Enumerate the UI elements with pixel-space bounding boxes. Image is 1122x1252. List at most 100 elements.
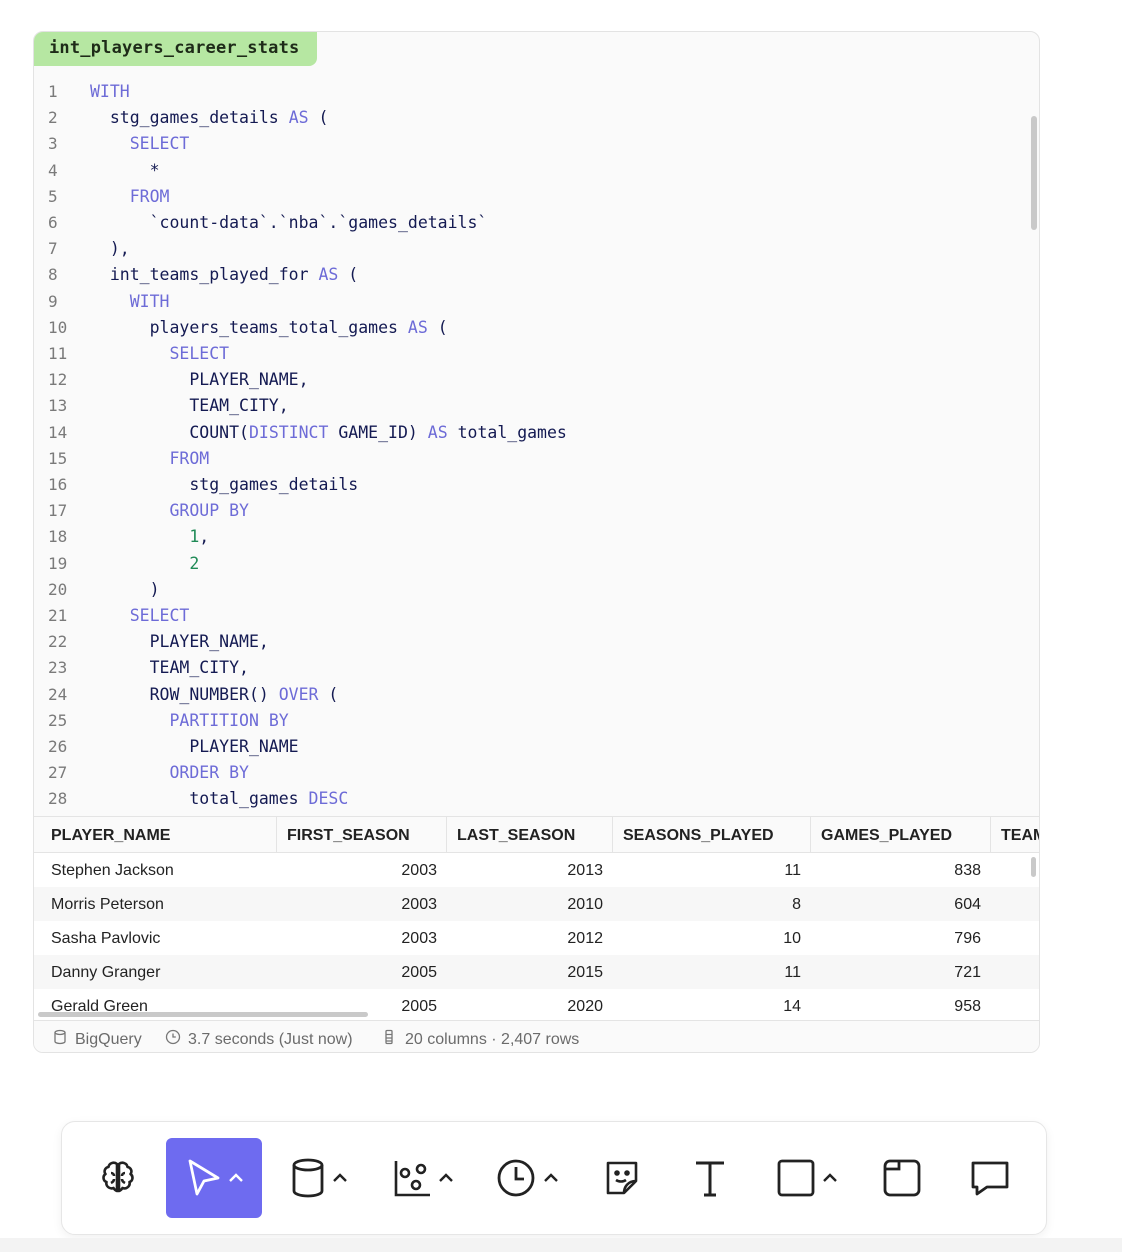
code-line[interactable]: 28 total_games DESC (34, 789, 1024, 815)
code-line[interactable]: 11 SELECT (34, 344, 1024, 370)
code-line[interactable]: 13 TEAM_CITY, (34, 396, 1024, 422)
data-tool-button[interactable] (274, 1138, 364, 1218)
code-line[interactable]: 10 players_teams_total_games AS ( (34, 318, 1024, 344)
code-line[interactable]: 5 FROM (34, 187, 1024, 213)
code-line[interactable]: 2 stg_games_details AS ( (34, 108, 1024, 134)
comment-tool-button[interactable] (956, 1138, 1024, 1218)
chevron-up-icon[interactable] (432, 1172, 454, 1184)
code-line[interactable]: 15 FROM (34, 449, 1024, 475)
table-cell: 721 (954, 964, 981, 981)
sql-cell-card[interactable]: int_players_career_stats 1 WITH 2 stg_game… (33, 31, 1040, 1053)
line-number: 10 (48, 317, 68, 337)
code-text[interactable]: SELECT (90, 606, 190, 625)
code-text[interactable]: 2 (90, 554, 199, 573)
line-number: 13 (48, 396, 68, 416)
code-text[interactable]: SELECT (90, 134, 190, 153)
cell-title-tab[interactable]: int_players_career_stats (34, 32, 317, 66)
code-text[interactable]: ), (90, 239, 130, 258)
code-text[interactable]: GROUP BY (90, 501, 248, 520)
code-text[interactable]: ROW_NUMBER() OVER ( (90, 685, 339, 704)
table-cell: Sasha Pavlovic (51, 930, 161, 947)
sticky-note-tool-button[interactable] (588, 1138, 656, 1218)
code-line[interactable]: 21 SELECT (34, 606, 1024, 632)
column-header[interactable]: SEASONS_PLAYED (613, 817, 811, 853)
code-text[interactable]: `count-data`.`nba`.`games_details` (90, 213, 488, 232)
code-text[interactable]: SELECT (90, 344, 229, 363)
line-number: 18 (48, 527, 68, 547)
chevron-up-icon[interactable] (816, 1172, 838, 1184)
code-line[interactable]: 24 ROW_NUMBER() OVER ( (34, 685, 1024, 711)
duration-label: 3.7 seconds (Just now) (188, 1030, 353, 1048)
code-text[interactable]: ) (90, 580, 160, 599)
code-line[interactable]: 4 * (34, 161, 1024, 187)
code-text[interactable]: WITH (90, 82, 130, 101)
shape-tool-button[interactable] (762, 1138, 852, 1218)
table-cell: 2010 (567, 896, 603, 913)
code-line[interactable]: 6 `count-data`.`nba`.`games_details` (34, 213, 1024, 239)
code-text[interactable]: players_teams_total_games AS ( (90, 318, 448, 337)
line-number: 14 (48, 422, 68, 442)
line-number: 4 (48, 160, 58, 180)
code-text[interactable]: PARTITION BY (90, 711, 288, 730)
code-line[interactable]: 1 WITH (34, 82, 1024, 108)
column-header[interactable]: FIRST_SEASON (277, 817, 447, 853)
ai-tool-button[interactable] (84, 1138, 152, 1218)
code-text[interactable]: TEAM_CITY, (90, 396, 288, 415)
line-number: 20 (48, 579, 68, 599)
code-text[interactable]: PLAYER_NAME, (90, 632, 269, 651)
code-text[interactable]: total_games DESC (90, 789, 348, 808)
code-text[interactable]: ORDER BY (90, 763, 248, 782)
code-text[interactable]: PLAYER_NAME, (90, 370, 308, 389)
code-line[interactable]: 19 2 (34, 554, 1024, 580)
code-text[interactable]: stg_games_details AS ( (90, 108, 329, 127)
column-header[interactable]: GAMES_PLAYED (811, 817, 991, 853)
column-header[interactable]: PLAYER_NAME (34, 817, 277, 853)
code-line[interactable]: 14 COUNT(DISTINCT GAME_ID) AS total_game… (34, 423, 1024, 449)
table-row[interactable]: Danny Granger 2005 2015 11 721 (34, 955, 1039, 989)
code-line[interactable]: 7 ), (34, 239, 1024, 265)
code-line[interactable]: 20 ) (34, 580, 1024, 606)
code-line[interactable]: 25 PARTITION BY (34, 711, 1024, 737)
code-text[interactable]: TEAM_CITY, (90, 658, 249, 677)
code-line[interactable]: 9 WITH (34, 292, 1024, 318)
chart-tool-button[interactable] (378, 1138, 468, 1218)
code-text[interactable]: * (90, 161, 160, 180)
results-horizontal-scrollbar[interactable] (38, 1012, 368, 1017)
frame-tool-button[interactable] (868, 1138, 936, 1218)
text-icon (692, 1157, 728, 1199)
table-row[interactable]: Sasha Pavlovic 2003 2012 10 796 (34, 921, 1039, 955)
column-header[interactable]: LAST_SEASON (447, 817, 613, 853)
chevron-up-icon[interactable] (222, 1172, 244, 1184)
code-line[interactable]: 23 TEAM_CITY, (34, 658, 1024, 684)
code-text[interactable]: PLAYER_NAME (90, 737, 298, 756)
schedule-tool-button[interactable] (482, 1138, 572, 1218)
select-tool-button[interactable] (166, 1138, 262, 1218)
code-text[interactable]: FROM (90, 187, 170, 206)
code-line[interactable]: 22 PLAYER_NAME, (34, 632, 1024, 658)
code-line[interactable]: 16 stg_games_details (34, 475, 1024, 501)
code-text[interactable]: COUNT(DISTINCT GAME_ID) AS total_games (90, 423, 567, 442)
column-header[interactable]: TEAM (991, 817, 1039, 853)
table-row[interactable]: Morris Peterson 2003 2010 8 604 (34, 887, 1039, 921)
results-vertical-scrollbar[interactable] (1031, 857, 1036, 877)
code-text[interactable]: 1, (90, 527, 209, 546)
chevron-up-icon[interactable] (326, 1172, 348, 1184)
code-line[interactable]: 26 PLAYER_NAME (34, 737, 1024, 763)
line-number: 23 (48, 658, 68, 678)
text-tool-button[interactable] (676, 1138, 744, 1218)
code-line[interactable]: 18 1, (34, 527, 1024, 553)
table-row[interactable]: Stephen Jackson 2003 2013 11 838 (34, 853, 1039, 887)
code-line[interactable]: 3 SELECT (34, 134, 1024, 160)
code-line[interactable]: 12 PLAYER_NAME, (34, 370, 1024, 396)
code-line[interactable]: 8 int_teams_played_for AS ( (34, 265, 1024, 291)
code-text[interactable]: int_teams_played_for AS ( (90, 265, 358, 284)
chevron-up-icon[interactable] (537, 1172, 559, 1184)
line-number: 9 (48, 291, 58, 311)
sql-editor[interactable]: 1 WITH 2 stg_games_details AS (3 SELECT 4 *… (34, 80, 1039, 816)
editor-scrollbar[interactable] (1031, 116, 1037, 230)
code-line[interactable]: 27 ORDER BY (34, 763, 1024, 789)
code-line[interactable]: 17 GROUP BY (34, 501, 1024, 527)
code-text[interactable]: WITH (90, 292, 170, 311)
code-text[interactable]: stg_games_details (90, 475, 358, 494)
code-text[interactable]: FROM (90, 449, 209, 468)
